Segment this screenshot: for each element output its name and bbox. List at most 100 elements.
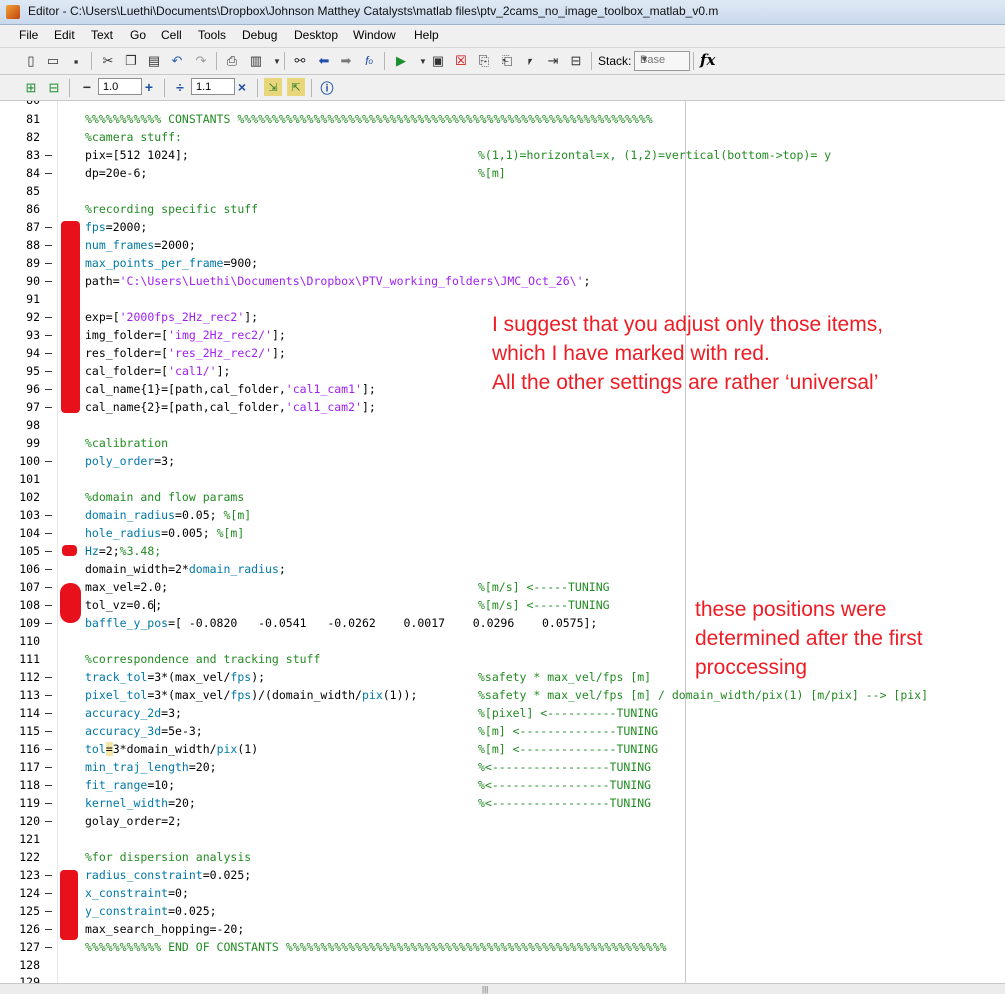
menu-desktop[interactable]: Desktop	[294, 28, 338, 42]
exit-debug-icon[interactable]: ⊟	[567, 52, 585, 70]
breakpoint-dash[interactable]: –	[45, 524, 52, 542]
breakpoint-dash[interactable]: –	[45, 938, 52, 956]
step-out-icon[interactable]: ⎖	[521, 52, 539, 70]
code-line[interactable]: 120– golay_order=2;	[0, 812, 1005, 830]
step-in-icon[interactable]: ⎗	[498, 52, 516, 70]
decrement-button[interactable]: −	[78, 78, 96, 96]
code-line[interactable]: 124– x_constraint=0;	[0, 884, 1005, 902]
code-line[interactable]: 84– dp=20e-6; %[m]	[0, 164, 1005, 182]
breakpoint-dash[interactable]: –	[45, 686, 52, 704]
eval-cell-icon[interactable]: ⇲	[264, 78, 282, 96]
print-icon[interactable]: ⎙	[223, 52, 241, 70]
cell-value-input-2[interactable]	[191, 78, 235, 95]
code-line[interactable]: 119– kernel_width=20; %<-----------------T…	[0, 794, 1005, 812]
code-line[interactable]: 128	[0, 956, 1005, 974]
code-line[interactable]: 118– fit_range=10; %<-----------------TUNI…	[0, 776, 1005, 794]
menu-window[interactable]: Window	[353, 28, 396, 42]
code-line[interactable]: 90– path='C:\Users\Luethi\Documents\Dropb…	[0, 272, 1005, 290]
run-icon[interactable]: ▶	[392, 52, 410, 70]
breakpoint-dash[interactable]: –	[45, 398, 52, 416]
continue-icon[interactable]: ⇥	[544, 52, 562, 70]
breakpoint-dash[interactable]: –	[45, 344, 52, 362]
clear-breakpoints-icon[interactable]: ☒	[452, 52, 470, 70]
code-line[interactable]: 83– pix=[512 1024]; %(1,1)=horizontal=x, (…	[0, 146, 1005, 164]
code-line[interactable]: 85	[0, 182, 1005, 200]
code-line[interactable]: 116– tol=3*domain_width/pix(1) %[m] <-----…	[0, 740, 1005, 758]
insert-cell-icon[interactable]: ⊞	[22, 79, 40, 97]
breakpoint-dash[interactable]: –	[45, 236, 52, 254]
set-breakpoint-icon[interactable]: ▣	[429, 52, 447, 70]
code-line[interactable]: 105– Hz=2;%3.48;	[0, 542, 1005, 560]
menu-cell[interactable]: Cell	[161, 28, 182, 42]
breakpoint-dash[interactable]: –	[45, 362, 52, 380]
breakpoint-dash[interactable]: –	[45, 218, 52, 236]
find-icon[interactable]: ⚯	[291, 52, 309, 70]
breakpoint-dash[interactable]: –	[45, 704, 52, 722]
code-line[interactable]: 115– accuracy_3d=5e-3; %[m] <-------------…	[0, 722, 1005, 740]
step-icon[interactable]: ⎘	[475, 52, 493, 70]
code-line[interactable]: 107– max_vel=2.0; %[m/s] <-----TUNING	[0, 578, 1005, 596]
forward-arrow-icon[interactable]: ➡	[337, 52, 355, 70]
increment-button[interactable]: +	[140, 78, 158, 96]
undo-icon[interactable]: ↶	[168, 52, 186, 70]
breakpoint-dash[interactable]: –	[45, 254, 52, 272]
code-line[interactable]: 81 %%%%%%%%%%% CONSTANTS %%%%%%%%%%%%%%%%…	[0, 110, 1005, 128]
code-line[interactable]: 101	[0, 470, 1005, 488]
code-line[interactable]: 86 %recording specific stuff	[0, 200, 1005, 218]
code-line[interactable]: 126– max_search_hopping=-20;	[0, 920, 1005, 938]
breakpoint-dash[interactable]: –	[45, 812, 52, 830]
breakpoint-dash[interactable]: –	[45, 884, 52, 902]
code-line[interactable]: 100– poly_order=3;	[0, 452, 1005, 470]
breakpoint-dash[interactable]: –	[45, 326, 52, 344]
cell-value-input-1[interactable]	[98, 78, 142, 95]
eval-cell-advance-icon[interactable]: ⇱	[287, 78, 305, 96]
code-line[interactable]: 106– domain_width=2*domain_radius;	[0, 560, 1005, 578]
code-line[interactable]: 114– accuracy_2d=3; %[pixel] <----------TU…	[0, 704, 1005, 722]
new-file-icon[interactable]: ▯	[22, 52, 40, 70]
code-line[interactable]: 82 %camera stuff:	[0, 128, 1005, 146]
menu-help[interactable]: Help	[414, 28, 439, 42]
code-line[interactable]: 125– y_constraint=0.025;	[0, 902, 1005, 920]
code-line[interactable]: 122 %for dispersion analysis	[0, 848, 1005, 866]
code-line[interactable]: 123– radius_constraint=0.025;	[0, 866, 1005, 884]
cut-icon[interactable]: ✂	[99, 52, 117, 70]
breakpoint-dash[interactable]: –	[45, 506, 52, 524]
open-file-icon[interactable]: ▭	[44, 52, 62, 70]
redo-icon[interactable]: ↷	[192, 52, 210, 70]
menu-debug[interactable]: Debug	[242, 28, 277, 42]
stack-select[interactable]: Base ▼	[634, 51, 690, 71]
fx-function-button[interactable]: fx	[700, 51, 715, 69]
code-line[interactable]: 91	[0, 290, 1005, 308]
menu-go[interactable]: Go	[130, 28, 146, 42]
breakpoint-dash[interactable]: –	[45, 866, 52, 884]
breakpoint-dash[interactable]: –	[45, 164, 52, 182]
horizontal-scrollbar[interactable]: |||	[0, 983, 1005, 994]
breakpoint-dash[interactable]: –	[45, 902, 52, 920]
code-line[interactable]: 87– fps=2000;	[0, 218, 1005, 236]
code-line[interactable]: 127– %%%%%%%%%%% END OF CONSTANTS %%%%%%%…	[0, 938, 1005, 956]
breakpoint-dash[interactable]: –	[45, 308, 52, 326]
page-setup-icon[interactable]: ▥	[247, 52, 265, 70]
save-icon[interactable]: ▪	[67, 52, 85, 70]
code-line[interactable]: 89– max_points_per_frame=900;	[0, 254, 1005, 272]
breakpoint-dash[interactable]: –	[45, 794, 52, 812]
paste-icon[interactable]: ▤	[145, 52, 163, 70]
breakpoint-dash[interactable]: –	[45, 146, 52, 164]
breakpoint-dash[interactable]: –	[45, 614, 52, 632]
code-line[interactable]: 103– domain_radius=0.05; %[m]	[0, 506, 1005, 524]
code-line[interactable]: 98	[0, 416, 1005, 434]
breakpoint-dash[interactable]: –	[45, 596, 52, 614]
breakpoint-dash[interactable]: –	[45, 542, 52, 560]
code-line[interactable]: 104– hole_radius=0.005; %[m]	[0, 524, 1005, 542]
breakpoint-dash[interactable]: –	[45, 740, 52, 758]
code-line[interactable]: 88– num_frames=2000;	[0, 236, 1005, 254]
multiply-button[interactable]: ×	[233, 78, 251, 96]
function-browser-icon[interactable]: fo	[360, 52, 378, 70]
breakpoint-dash[interactable]: –	[45, 560, 52, 578]
code-line[interactable]: 113– pixel_tol=3*(max_vel/fps)/(domain_wi…	[0, 686, 1005, 704]
breakpoint-dash[interactable]: –	[45, 920, 52, 938]
code-line[interactable]: 121	[0, 830, 1005, 848]
info-icon[interactable]: ⓘ	[318, 78, 336, 96]
menu-tools[interactable]: Tools	[198, 28, 226, 42]
breakpoint-dash[interactable]: –	[45, 758, 52, 776]
